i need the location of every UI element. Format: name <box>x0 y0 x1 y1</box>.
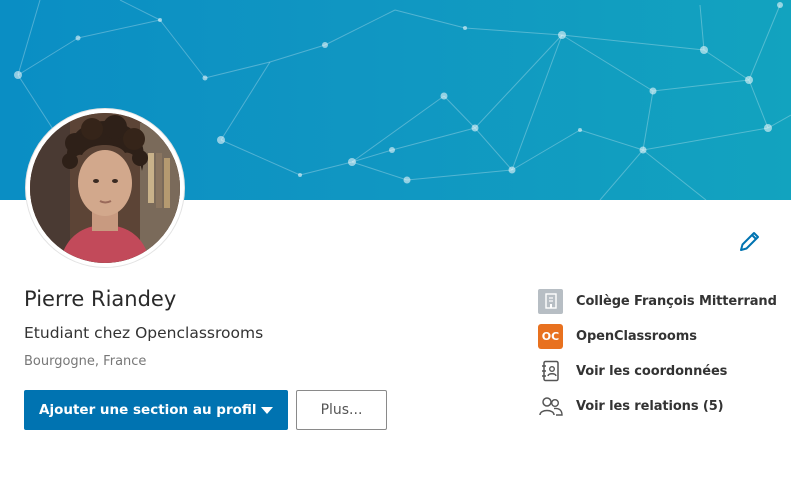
add-profile-section-label: Ajouter une section au profil <box>39 402 257 418</box>
profile-headline: Etudiant chez Openclassrooms <box>24 324 264 342</box>
profile-card: Pierre Riandey Etudiant chez Openclassro… <box>0 0 791 477</box>
profile-photo[interactable] <box>26 109 184 267</box>
more-button[interactable]: Plus... <box>296 390 387 430</box>
more-button-label: Plus... <box>320 402 363 418</box>
side-item-connections[interactable]: Voir les relations (5) <box>538 393 724 419</box>
openclassrooms-logo: OC <box>538 323 563 349</box>
edit-profile-button[interactable] <box>737 228 763 254</box>
side-item-company[interactable]: OC OpenClassrooms <box>538 323 697 349</box>
contact-card-icon <box>538 359 563 384</box>
caret-down-icon <box>261 407 273 414</box>
pencil-icon <box>740 232 759 251</box>
side-item-label: OpenClassrooms <box>576 328 697 344</box>
add-profile-section-button[interactable]: Ajouter une section au profil <box>24 390 288 430</box>
side-item-label: Collège François Mitterrand <box>576 293 777 309</box>
profile-location: Bourgogne, France <box>24 354 147 369</box>
profile-name: Pierre Riandey <box>24 287 177 311</box>
side-item-label: Voir les relations (5) <box>576 398 724 414</box>
side-item-contact-info[interactable]: Voir les coordonnées <box>538 358 727 384</box>
side-item-school[interactable]: Collège François Mitterrand <box>538 288 777 314</box>
avatar-image <box>30 113 180 263</box>
school-icon <box>538 288 563 314</box>
people-icon <box>538 394 563 419</box>
side-item-label: Voir les coordonnées <box>576 363 728 379</box>
